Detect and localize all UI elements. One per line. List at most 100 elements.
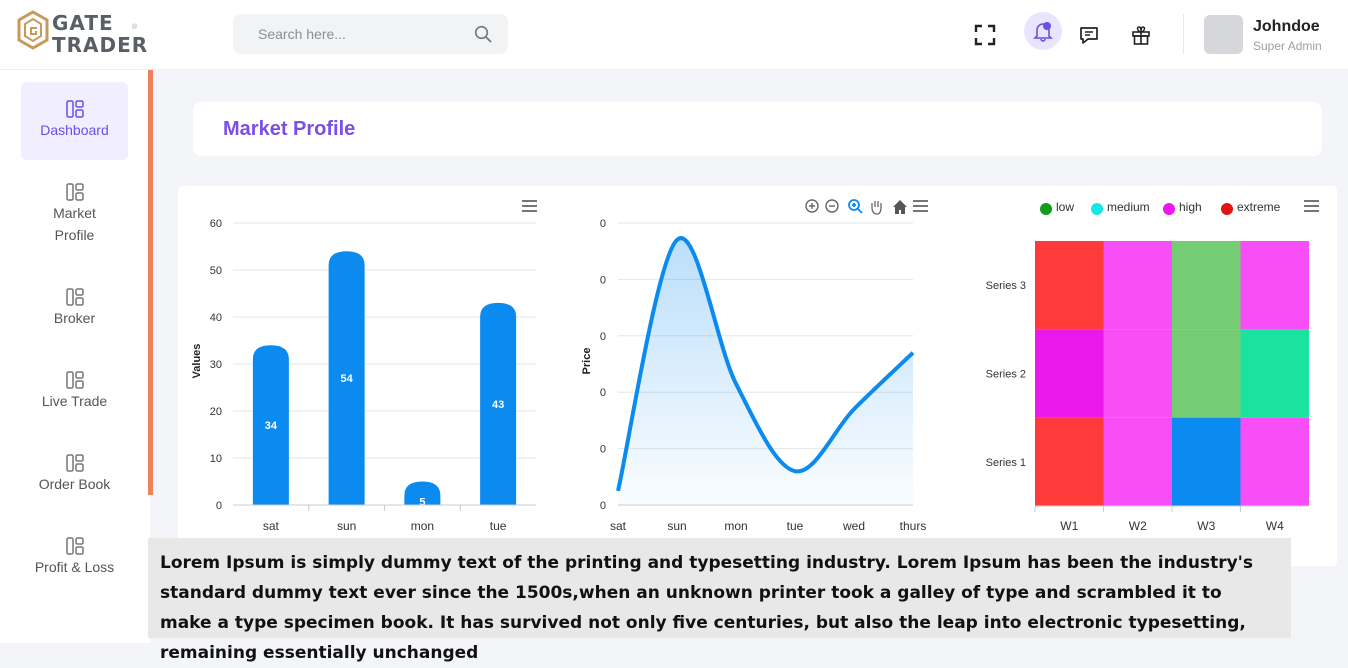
sidebar-item-label: Live Trade	[41, 393, 108, 409]
logo-icon	[17, 10, 49, 50]
heatmap-cell	[1103, 241, 1172, 330]
sidebar-item-market-profile[interactable]: Market Profile	[21, 182, 128, 254]
heatmap-cell	[1240, 417, 1309, 506]
x-tick-label: sat	[263, 519, 280, 533]
sidebar-item-label: Order Book	[38, 476, 111, 492]
area-chart: 0 0 0 0 0 0 Price sat sun mon tue wed thurs	[581, 199, 928, 533]
y-tick-label: 10	[210, 453, 222, 465]
y-tick-label: Series 1	[986, 457, 1026, 469]
avatar[interactable]	[1204, 15, 1243, 54]
y-tick-label: 0	[600, 218, 606, 230]
heatmap-cell	[1103, 417, 1172, 506]
x-tick-label: W4	[1266, 519, 1284, 533]
y-tick-label: 0	[600, 331, 606, 343]
user-role: Super Admin	[1253, 39, 1322, 53]
x-tick-label: sun	[337, 519, 356, 533]
brand-logo[interactable]: GATE TRADER ®	[16, 10, 149, 60]
zoom-in-icon[interactable]	[805, 199, 819, 213]
heatmap-cell	[1172, 417, 1241, 506]
sidebar-item-profit-loss[interactable]: Profit & Loss	[21, 536, 128, 586]
x-tick-label: mon	[411, 519, 434, 533]
sidebar-item-label: Profit & Loss	[34, 559, 115, 575]
legend-marker	[1091, 203, 1103, 215]
data-label: 54	[341, 373, 354, 385]
fullscreen-icon	[974, 24, 996, 46]
y-tick-label: 0	[600, 444, 606, 456]
x-tick-label: W3	[1197, 519, 1215, 533]
x-tick-label: sun	[667, 519, 686, 533]
heatmap-cell	[1172, 329, 1241, 418]
legend-label: medium	[1107, 200, 1150, 214]
magnify-icon[interactable]	[848, 199, 863, 214]
y-tick-label: 50	[210, 265, 222, 277]
chat-icon	[1080, 27, 1098, 44]
sidebar-item-label: Dashboard	[40, 122, 109, 138]
home-icon[interactable]	[893, 200, 907, 214]
info-note-text: Lorem Ipsum is simply dummy text of the …	[160, 553, 1253, 663]
heatmap-cell	[1240, 241, 1309, 330]
market-profile-icon	[65, 183, 84, 201]
y-tick-label: 0	[600, 500, 606, 512]
legend-marker	[1221, 203, 1233, 215]
home-shape	[893, 200, 907, 214]
info-note: Lorem Ipsum is simply dummy text of the …	[148, 538, 1291, 663]
gift-icon	[1132, 26, 1150, 45]
broker-icon	[65, 288, 84, 306]
search-icon[interactable]	[474, 25, 492, 43]
notifications-button[interactable]	[1024, 12, 1062, 50]
sidebar-item-label: Market Profile	[53, 205, 96, 243]
gifts-button[interactable]	[1124, 18, 1158, 52]
heatmap-cell	[1035, 241, 1104, 330]
x-tick-label: mon	[724, 519, 747, 533]
legend-label: low	[1056, 200, 1074, 214]
fullscreen-button[interactable]	[968, 18, 1002, 52]
heatmap-cell	[1103, 329, 1172, 418]
pan-icon[interactable]	[871, 201, 882, 215]
legend-marker	[1040, 203, 1052, 215]
x-tick-label: wed	[842, 519, 865, 533]
y-tick-label: 0	[600, 274, 606, 286]
x-tick-label: tue	[787, 519, 804, 533]
brand-name: GATE TRADER	[52, 11, 149, 57]
sidebar-item-live-trade[interactable]: Live Trade	[21, 370, 128, 420]
page-title: Market Profile	[223, 118, 356, 140]
sidebar-item-dashboard[interactable]: Dashboard	[21, 82, 128, 160]
pan-hand	[871, 201, 882, 215]
y-tick-label: 0	[216, 500, 222, 512]
y-tick-label: 20	[210, 406, 222, 418]
data-label: 5	[419, 496, 425, 508]
sidebar-item-order-book[interactable]: Order Book	[21, 453, 128, 503]
y-axis-label: Values	[191, 344, 203, 379]
bell-icon	[1033, 22, 1053, 42]
x-tick-label: W2	[1129, 519, 1147, 533]
heatmap-cell	[1035, 417, 1104, 506]
messages-button[interactable]	[1072, 18, 1106, 52]
y-tick-label: 30	[210, 359, 222, 371]
sidebar-item-broker[interactable]: Broker	[21, 287, 128, 337]
y-tick-label: 0	[600, 387, 606, 399]
legend-label: extreme	[1237, 200, 1281, 214]
y-axis-label: Price	[581, 348, 593, 375]
registered-mark: ®	[132, 24, 138, 31]
zoom-in-plus	[809, 203, 815, 209]
menu-icon[interactable]	[522, 200, 537, 212]
y-tick-label: 60	[210, 218, 222, 230]
topbar-divider	[1183, 14, 1184, 54]
search-box[interactable]	[233, 14, 508, 54]
menu-icon[interactable]	[913, 200, 928, 212]
x-tick-label: thurs	[900, 519, 927, 533]
sidebar-scroll-indicator[interactable]	[148, 70, 153, 495]
y-tick-label: Series 2	[986, 369, 1026, 381]
y-tick-label: 40	[210, 312, 222, 324]
heatmap-cell	[1240, 329, 1309, 418]
zoom-out-icon[interactable]	[825, 199, 839, 213]
live-trade-icon	[65, 371, 84, 389]
search-input[interactable]	[233, 14, 463, 54]
heatmap-chart: low medium high extreme Series 3 Series 2 Seri…	[986, 200, 1319, 533]
legend-marker	[1163, 203, 1175, 215]
data-label: 43	[492, 399, 504, 411]
menu-icon[interactable]	[1304, 200, 1319, 212]
user-name[interactable]: Johndoe	[1253, 18, 1320, 36]
dashboard-icon	[65, 100, 84, 118]
x-tick-label: sat	[610, 519, 627, 533]
